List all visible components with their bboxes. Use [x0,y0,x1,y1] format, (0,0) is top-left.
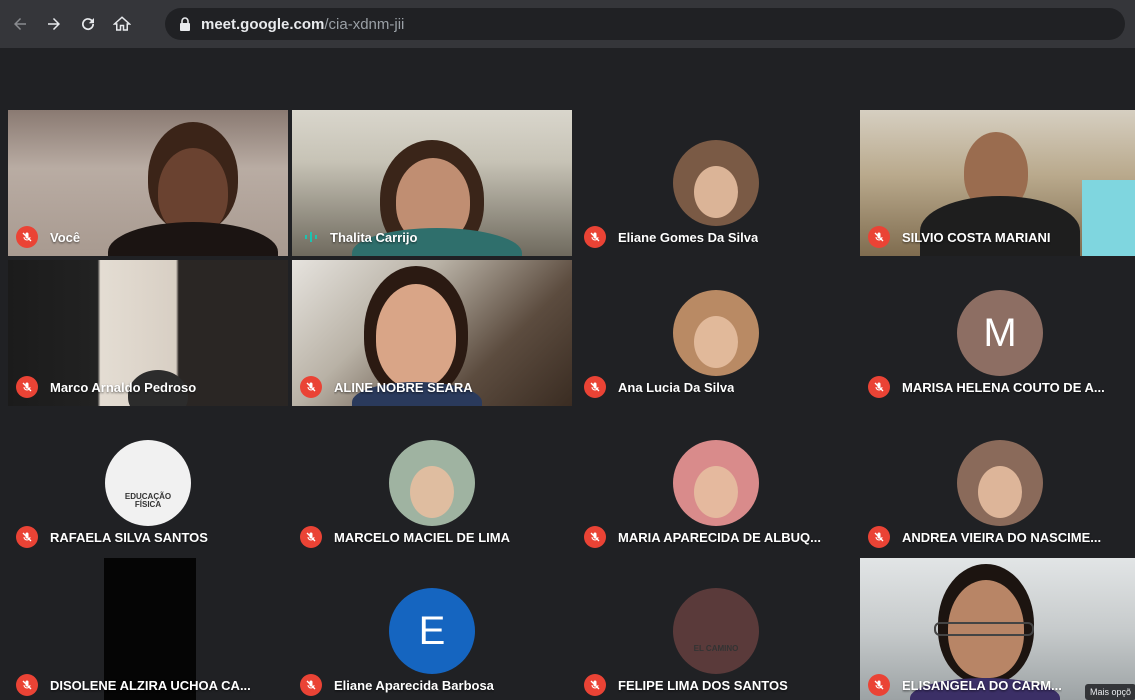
avatar-caption: EDUCAÇÃO FÍSICA [124,492,172,509]
home-icon[interactable] [108,10,136,38]
participant-tile[interactable]: Thalita Carrijo [292,110,572,256]
mic-off-icon [584,226,606,248]
mic-off-icon [868,226,890,248]
participant-tile[interactable]: Você [8,110,288,256]
participant-namebar: MARIA APARECIDA DE ALBUQ... [584,526,850,548]
participant-avatar: EL CAMINO [673,588,759,674]
participant-namebar: SILVIO COSTA MARIANI [868,226,1134,248]
mic-off-icon [584,526,606,548]
participant-namebar: MARCELO MACIEL DE LIMA [300,526,566,548]
mic-off-icon [584,376,606,398]
participant-name: MARCELO MACIEL DE LIMA [334,529,510,545]
participant-name: FELIPE LIMA DOS SANTOS [618,677,788,693]
participant-namebar: Você [16,226,282,248]
mic-off-icon [16,226,38,248]
mic-off-icon [584,674,606,696]
back-arrow-icon[interactable] [6,10,34,38]
mic-off-icon [16,526,38,548]
participant-name: ANDREA VIEIRA DO NASCIME... [902,529,1102,545]
forward-arrow-icon[interactable] [40,10,68,38]
participant-namebar: Thalita Carrijo [300,226,566,248]
participant-tile[interactable]: EL CAMINO FELIPE LIMA DOS SANTOS [576,558,856,700]
participant-name: SILVIO COSTA MARIANI [902,229,1051,245]
participant-namebar: Eliane Gomes Da Silva [584,226,850,248]
participant-tile[interactable]: ELISANGELA DO CARM... Mais opçõ [860,558,1135,700]
participant-name: RAFAELA SILVA SANTOS [50,529,208,545]
participant-namebar: ANDREA VIEIRA DO NASCIME... [868,526,1134,548]
participant-namebar: DISOLENE ALZIRA UCHOA CA... [16,674,282,696]
mic-off-icon [868,376,890,398]
participant-namebar: Marco Arnaldo Pedroso [16,376,282,398]
participant-avatar [673,290,759,376]
participant-avatar [389,440,475,526]
audio-wave-icon [300,226,322,248]
browser-toolbar: meet.google.com/cia-xdnm-jii [0,0,1135,48]
mic-off-icon [300,526,322,548]
participant-tile[interactable]: M MARISA HELENA COUTO DE A... [860,260,1135,406]
participant-tile[interactable]: SILVIO COSTA MARIANI [860,110,1135,256]
participant-name: Você [50,229,81,245]
participant-tile[interactable]: E Eliane Aparecida Barbosa [292,558,572,700]
participant-name: MARIA APARECIDA DE ALBUQ... [618,529,821,545]
participant-avatar: M [957,290,1043,376]
participant-namebar: RAFAELA SILVA SANTOS [16,526,282,548]
meeting-area: Você Thalita Carrijo Eliane Gomes Da Silva… [0,48,1135,700]
reload-icon[interactable] [74,10,102,38]
participant-name: ALINE NOBRE SEARA [334,379,473,395]
url-path: /cia-xdnm-jii [324,15,405,33]
participant-avatar [957,440,1043,526]
participant-name: Eliane Gomes Da Silva [618,229,759,245]
participant-tile[interactable]: Marco Arnaldo Pedroso [8,260,288,406]
participant-avatar: EDUCAÇÃO FÍSICA [105,440,191,526]
mic-off-icon [16,376,38,398]
participant-tile[interactable]: Eliane Gomes Da Silva [576,110,856,256]
participant-name: ELISANGELA DO CARM... [902,677,1062,693]
mic-off-icon [868,526,890,548]
participant-namebar: ALINE NOBRE SEARA [300,376,566,398]
participant-tile[interactable]: ALINE NOBRE SEARA [292,260,572,406]
lock-icon [180,17,190,31]
participant-name: Thalita Carrijo [330,229,418,245]
more-options-button[interactable]: Mais opçõ [1084,684,1135,700]
participant-name: DISOLENE ALZIRA UCHOA CA... [50,677,251,693]
avatar-letter: M [983,310,1017,355]
avatar-letter: E [418,608,446,653]
participant-name: Marco Arnaldo Pedroso [50,379,197,395]
address-bar[interactable]: meet.google.com/cia-xdnm-jii [165,8,1125,40]
participant-tile[interactable]: Ana Lucia Da Silva [576,260,856,406]
participant-avatar: E [389,588,475,674]
participant-tile[interactable]: ANDREA VIEIRA DO NASCIME... [860,410,1135,556]
participant-name: MARISA HELENA COUTO DE A... [902,379,1105,395]
participant-grid: Você Thalita Carrijo Eliane Gomes Da Silva… [8,110,1135,700]
avatar-caption: EL CAMINO [693,644,739,653]
participant-namebar: Eliane Aparecida Barbosa [300,674,566,696]
participant-name: Ana Lucia Da Silva [618,379,735,395]
participant-avatar [673,440,759,526]
participant-tile[interactable]: MARCELO MACIEL DE LIMA [292,410,572,556]
participant-namebar: MARISA HELENA COUTO DE A... [868,376,1134,398]
mic-off-icon [16,674,38,696]
participant-namebar: FELIPE LIMA DOS SANTOS [584,674,850,696]
participant-tile[interactable]: EDUCAÇÃO FÍSICA RAFAELA SILVA SANTOS [8,410,288,556]
participant-name: Eliane Aparecida Barbosa [334,677,494,693]
mic-off-icon [300,376,322,398]
participant-tile[interactable]: MARIA APARECIDA DE ALBUQ... [576,410,856,556]
url-host: meet.google.com [201,15,325,33]
participant-namebar: Ana Lucia Da Silva [584,376,850,398]
participant-avatar [673,140,759,226]
participant-tile[interactable]: DISOLENE ALZIRA UCHOA CA... [8,558,288,700]
mic-off-icon [868,674,890,696]
mic-off-icon [300,674,322,696]
